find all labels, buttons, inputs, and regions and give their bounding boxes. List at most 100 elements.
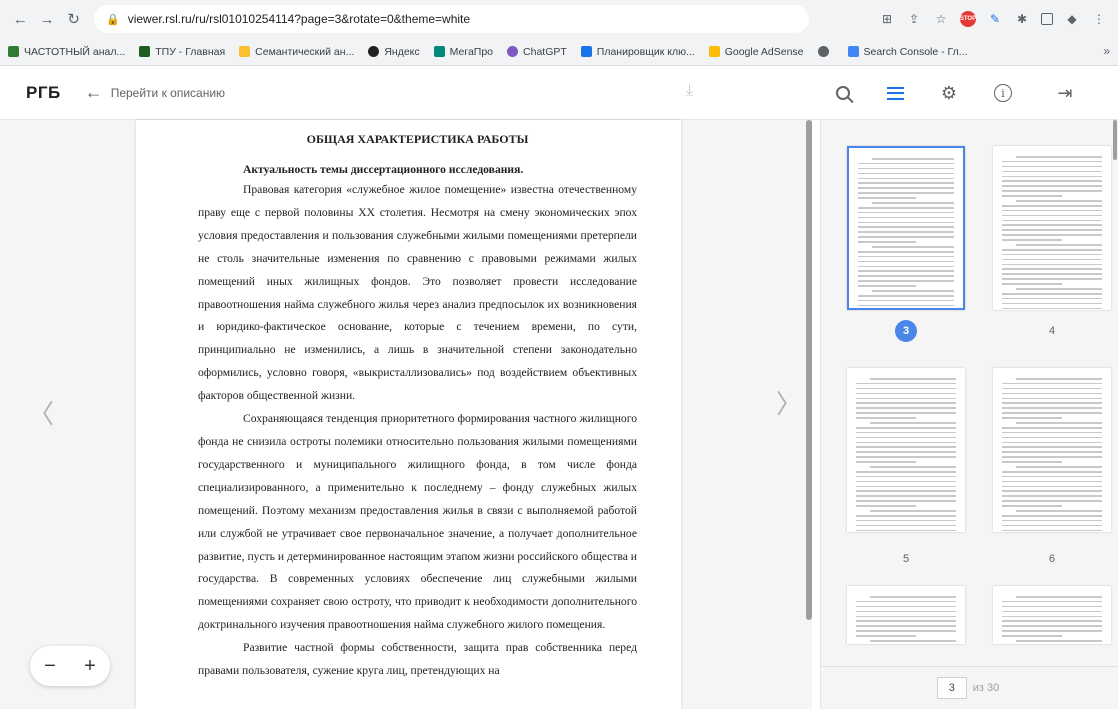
page-paragraph: Правовая категория «служебное жилое поме…: [198, 183, 637, 403]
thumbnail-text-line: [856, 417, 916, 419]
next-page-icon[interactable]: 〉: [776, 384, 802, 421]
thumbnail-text-line: [1002, 451, 1102, 453]
thumbnail-text-line: [1002, 392, 1102, 395]
thumbnail-text-line: [872, 158, 954, 160]
thumbnail-text-line: [1002, 490, 1102, 493]
thumbnail-text-line: [1002, 480, 1102, 483]
thumbnails-scrollbar[interactable]: [1113, 120, 1117, 160]
thumbnail-text-line: [856, 382, 956, 385]
thumbnail-text-line: [858, 285, 916, 287]
thumbnail-text-line: [856, 524, 956, 527]
thumbnail-page[interactable]: [847, 586, 965, 644]
bookmark-item[interactable]: ЧАСТОТНЫЙ анал...: [8, 46, 125, 58]
bookmark-favicon-icon: [847, 46, 859, 57]
zoom-in-button[interactable]: +: [84, 655, 96, 678]
thumbnails-button[interactable]: [884, 82, 906, 104]
bookmark-item[interactable]: Семантический ан...: [239, 46, 354, 58]
thumbnail-text-line: [858, 280, 954, 282]
page-number-input[interactable]: 3: [936, 677, 967, 699]
thumbnail-page-number: 6: [1048, 553, 1056, 565]
exit-button[interactable]: ⇥: [1054, 82, 1076, 104]
bookmark-favicon-icon: [368, 46, 380, 57]
previous-page-icon[interactable]: 〈: [28, 394, 54, 431]
share-icon[interactable]: ⇪: [906, 11, 922, 27]
bookmark-item[interactable]: Планировщик клю...: [580, 46, 695, 58]
address-bar[interactable]: 🔒 viewer.rsl.ru/ru/rsl01010254114?page=3…: [94, 5, 809, 33]
forward-arrow-icon[interactable]: →: [37, 8, 58, 30]
thumbnail-text-line: [856, 514, 956, 517]
thumbnail-text-line: [856, 529, 956, 532]
bookmark-item[interactable]: МегаПро: [433, 46, 493, 58]
kebab-menu-icon[interactable]: ⋮: [1091, 11, 1107, 27]
thumbnail-text-line: [872, 202, 954, 204]
thumbnail-page[interactable]: [993, 586, 1111, 644]
thumbnail-text-line: [1002, 292, 1102, 295]
thumbnail-text-line: [858, 192, 954, 194]
thumbnail-text-line: [1002, 214, 1102, 217]
thumbnail-text-line: [1002, 461, 1062, 463]
thumbnail-text-line: [1016, 156, 1102, 158]
thumbnail-text-line: [856, 615, 956, 618]
thumbnail-text-line: [1002, 407, 1102, 409]
thumbnail-text-line: [1002, 297, 1102, 300]
thumbnail-page[interactable]: [847, 368, 965, 532]
thumbnail-text-line: [1002, 273, 1102, 275]
thumbnail-text-line: [870, 640, 956, 642]
stop-extension-icon[interactable]: STOP: [960, 11, 976, 27]
thumbnail-text-line: [858, 167, 954, 170]
thumbnail-text-line: [1002, 605, 1102, 608]
reader-scrollbar[interactable]: [806, 120, 812, 620]
thumbnail-text-line: [1002, 456, 1102, 458]
thumbnail-text-line: [1002, 180, 1102, 183]
search-button[interactable]: [832, 82, 854, 104]
thumbnail-text-line: [1002, 635, 1062, 637]
thumbnail-text-line: [1002, 519, 1102, 522]
thumbnail-text-line: [1002, 263, 1102, 266]
bookmarks-more-icon[interactable]: »: [1103, 44, 1110, 58]
list-icon: [886, 86, 904, 100]
thumbnail-text-line: [1002, 283, 1062, 285]
zoom-out-button[interactable]: −: [44, 655, 56, 678]
thumbnail-text-line: [858, 231, 954, 233]
thumbnail-text-line: [856, 605, 956, 608]
profile-icon[interactable]: ◆: [1064, 11, 1080, 27]
thumbnail-text-line: [1002, 234, 1102, 236]
bookmark-item[interactable]: Search Console - Гл...: [847, 46, 968, 58]
thumbnail-text-line: [1002, 446, 1102, 449]
bookmark-item[interactable]: Яндекс: [368, 46, 420, 58]
settings-button[interactable]: ⚙: [938, 82, 960, 104]
back-arrow-icon[interactable]: ←: [85, 82, 103, 103]
rgb-logo[interactable]: РГБ: [26, 83, 61, 103]
bookmark-item[interactable]: ТПУ - Главная: [139, 46, 225, 58]
pen-extension-icon[interactable]: ✎: [987, 11, 1003, 27]
thumbnail-text-line: [1002, 278, 1102, 280]
thumbnail-text-line: [858, 182, 954, 185]
thumbnail-text-line: [856, 625, 956, 627]
back-arrow-icon[interactable]: ←: [10, 8, 31, 30]
back-to-description-link[interactable]: Перейти к описанию: [111, 86, 225, 100]
bookmark-favicon-icon: [139, 46, 151, 57]
puzzle-icon[interactable]: ✱: [1014, 11, 1030, 27]
thumbnail-text-line: [1002, 625, 1102, 627]
sidepanel-icon[interactable]: [1040, 13, 1053, 25]
thumbnail-text-line: [858, 226, 954, 229]
thumbnail-text-line: [858, 241, 916, 243]
bookmark-item[interactable]: [817, 46, 834, 57]
thumbnail-text-line: [870, 466, 956, 468]
thumbnail-text-line: [858, 216, 954, 219]
thumbnail-text-line: [858, 255, 954, 258]
gear-icon: ⚙: [940, 82, 958, 103]
thumbnail-text-line: [1002, 431, 1102, 434]
thumbnail-text-line: [1002, 190, 1102, 192]
download-icon[interactable]: ⤓: [686, 82, 693, 100]
bookmark-item[interactable]: ChatGPT: [507, 46, 567, 58]
bookmark-item[interactable]: Google AdSense: [708, 46, 804, 58]
thumbnail-page[interactable]: [993, 146, 1111, 310]
star-icon[interactable]: ☆: [933, 11, 949, 27]
info-button[interactable]: i: [992, 82, 1014, 104]
reload-icon[interactable]: ↻: [63, 8, 84, 30]
translate-icon[interactable]: ⊞: [879, 11, 895, 27]
thumbnail-page-number: 3: [895, 320, 917, 342]
thumbnail-page[interactable]: [993, 368, 1111, 532]
thumbnail-page[interactable]: [847, 146, 965, 310]
